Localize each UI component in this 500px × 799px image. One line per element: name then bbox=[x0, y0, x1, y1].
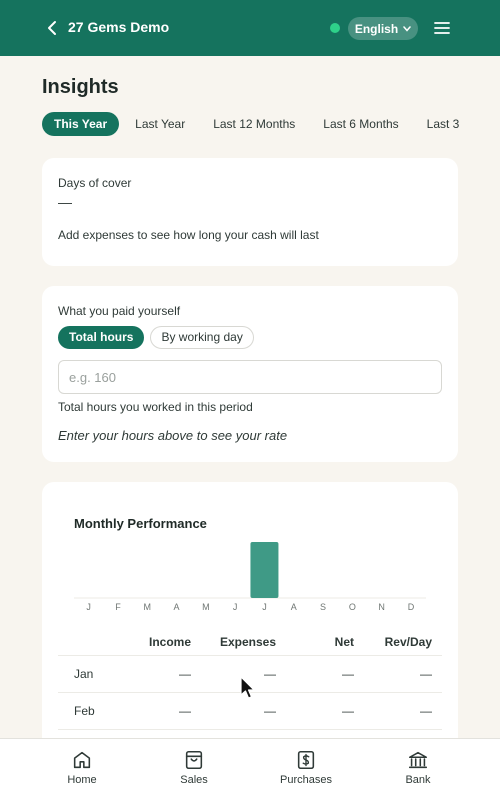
chart-tick-label: O bbox=[349, 602, 356, 612]
language-label: English bbox=[354, 21, 399, 36]
rate-prompt: Enter your hours above to see your rate bbox=[58, 428, 288, 443]
chart-tick-label: M bbox=[202, 602, 210, 612]
nav-sales[interactable]: Sales bbox=[159, 749, 229, 786]
app-title: 27 Gems Demo bbox=[68, 19, 170, 35]
col-expenses: Expenses bbox=[219, 634, 276, 649]
mouse-cursor-icon bbox=[240, 676, 255, 699]
total-hours-button[interactable]: Total hours bbox=[58, 326, 145, 349]
monthly-bar-chart: JFMAMJJASOND bbox=[74, 542, 426, 612]
status-dot bbox=[330, 23, 340, 33]
tab-last-6-months[interactable]: Last 6 Months bbox=[311, 112, 410, 136]
tab-last-3[interactable]: Last 3 bbox=[415, 112, 472, 136]
receipt-dollar-icon bbox=[297, 750, 315, 770]
monthly-performance-card: Monthly Performance J F M A M J J A S O N D Income … bbox=[42, 482, 458, 762]
row-net: — bbox=[342, 667, 354, 681]
table-header: Income Expenses Net Rev/Day bbox=[58, 628, 442, 656]
days-of-cover-hint: Add expenses to see how long your cash w… bbox=[58, 228, 319, 242]
chart-title: Monthly Performance bbox=[74, 516, 207, 531]
page-title: Insights bbox=[42, 76, 119, 98]
tab-last-12-months[interactable]: Last 12 Months bbox=[201, 112, 307, 136]
nav-home-label: Home bbox=[67, 774, 97, 786]
row-rev-day: — bbox=[420, 667, 432, 681]
col-income: Income bbox=[148, 634, 191, 649]
nav-home[interactable]: Home bbox=[47, 749, 117, 786]
language-selector[interactable]: English bbox=[348, 17, 418, 40]
period-tabs: This Year Last Year Last 12 Months Last 6 M… bbox=[42, 112, 500, 138]
col-net: Net bbox=[334, 634, 354, 649]
nav-purchases-label: Purchases bbox=[280, 774, 332, 786]
chart-tick-label: D bbox=[408, 602, 415, 612]
row-month: Jan bbox=[74, 667, 94, 681]
tab-last-year[interactable]: Last Year bbox=[123, 112, 197, 136]
chart-tick-label: J bbox=[233, 602, 238, 612]
row-income: — bbox=[179, 667, 191, 681]
tab-this-year[interactable]: This Year bbox=[42, 112, 120, 136]
chart-tick-label: A bbox=[291, 602, 297, 612]
chart-tick-label: J bbox=[262, 602, 267, 612]
chart-tick-label: N bbox=[378, 602, 385, 612]
hours-input-hint: Total hours you worked in this period bbox=[58, 400, 253, 414]
chart-bar bbox=[250, 542, 279, 598]
hours-input[interactable] bbox=[58, 360, 442, 394]
nav-bank[interactable]: Bank bbox=[383, 749, 453, 786]
chart-tick-label: F bbox=[115, 602, 121, 612]
row-rev-day: — bbox=[420, 704, 432, 718]
bottom-nav: Home Sales Purchases Bank bbox=[0, 738, 500, 799]
chevron-down-icon bbox=[403, 25, 411, 32]
by-working-day-button[interactable]: By working day bbox=[150, 326, 254, 349]
home-icon bbox=[73, 751, 91, 769]
nav-bank-label: Bank bbox=[405, 774, 431, 786]
days-of-cover-card: Days of cover — Add expenses to see how … bbox=[42, 158, 458, 266]
days-of-cover-value: — bbox=[58, 194, 72, 210]
row-net: — bbox=[342, 704, 354, 718]
chart-tick-label: J bbox=[86, 602, 91, 612]
nav-sales-label: Sales bbox=[180, 774, 208, 786]
row-month: Feb bbox=[74, 704, 95, 718]
paid-yourself-card: What you paid yourself Total hours By wo… bbox=[42, 286, 458, 462]
nav-purchases[interactable]: Purchases bbox=[271, 749, 341, 786]
bag-icon bbox=[185, 750, 203, 770]
row-expenses: — bbox=[264, 704, 276, 718]
chart-tick-label: A bbox=[174, 602, 180, 612]
days-of-cover-label: Days of cover bbox=[58, 176, 132, 190]
bank-icon bbox=[408, 751, 428, 769]
row-expenses: — bbox=[264, 667, 276, 681]
chart-tick-label: S bbox=[320, 602, 326, 612]
row-income: — bbox=[179, 704, 191, 718]
paid-yourself-label: What you paid yourself bbox=[58, 304, 181, 318]
back-chevron-icon[interactable] bbox=[44, 18, 60, 38]
top-bar: 27 Gems Demo English bbox=[0, 0, 500, 56]
col-rev-day: Rev/Day bbox=[384, 634, 432, 649]
chart-tick-label: M bbox=[144, 602, 152, 612]
hours-mode-toggle: Total hours By working day bbox=[58, 326, 254, 350]
hamburger-menu-icon[interactable] bbox=[432, 18, 452, 38]
